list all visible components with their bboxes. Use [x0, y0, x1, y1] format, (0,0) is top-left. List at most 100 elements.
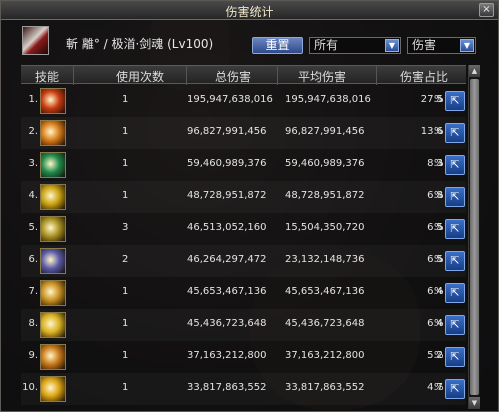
jade-glyph-icon[interactable] [40, 152, 66, 178]
arc-wave-icon[interactable] [40, 280, 66, 306]
use-count: 1 [122, 350, 129, 361]
detail-popout-button[interactable]: ⇱ [445, 219, 465, 239]
total-damage: 48,728,951,872 [187, 190, 267, 201]
total-damage: 46,513,052,160 [187, 222, 267, 233]
row-index: 4. [28, 190, 38, 201]
use-count: 1 [122, 158, 129, 169]
table-row[interactable]: 5. 3 46,513,052,160 15,504,350,720 6.5 %… [21, 213, 466, 245]
table-row[interactable]: 7. 1 45,653,467,136 45,653,467,136 6.4 %… [21, 277, 466, 309]
total-damage: 37,163,212,800 [187, 350, 267, 361]
detail-popout-button[interactable]: ⇱ [445, 187, 465, 207]
total-damage: 45,653,467,136 [187, 286, 267, 297]
total-damage: 45,436,723,648 [187, 318, 267, 329]
total-damage: 195,947,638,016 [187, 94, 273, 105]
use-count: 1 [122, 126, 129, 137]
average-damage: 33,817,863,552 [285, 382, 365, 393]
window-title: 伤害统计 [225, 5, 274, 19]
golden-star-slash-icon[interactable] [40, 184, 66, 210]
detail-popout-button[interactable]: ⇱ [445, 91, 465, 111]
percent-sign: % [434, 286, 444, 297]
scroll-up-arrow-icon[interactable]: ▲ [469, 65, 480, 77]
percent-sign: % [434, 158, 444, 169]
percent-sign: % [434, 94, 444, 105]
character-portrait [22, 26, 49, 55]
blade-strike-icon[interactable] [40, 216, 66, 242]
use-count: 1 [122, 286, 129, 297]
percent-sign: % [434, 350, 444, 361]
column-header-total-damage[interactable]: 总伤害 [198, 68, 268, 85]
row-index: 10. [22, 382, 38, 393]
golden-ring-icon[interactable] [40, 376, 66, 402]
detail-popout-button[interactable]: ⇱ [445, 315, 465, 335]
table-scrollbar[interactable]: ▲ ▼ [468, 65, 480, 409]
column-header-average-damage[interactable]: 平均伤害 [287, 68, 357, 85]
column-divider [73, 66, 74, 85]
detail-popout-button[interactable]: ⇱ [445, 155, 465, 175]
average-damage: 195,947,638,016 [285, 94, 371, 105]
percent-sign: % [434, 126, 444, 137]
use-count: 1 [122, 190, 129, 201]
total-damage: 33,817,863,552 [187, 382, 267, 393]
row-index: 6. [28, 254, 38, 265]
close-button[interactable]: × [479, 3, 494, 17]
table-row[interactable]: 1. 1 195,947,638,016 195,947,638,016 27.… [21, 85, 466, 117]
damage-stats-window: 伤害统计 × 斬 離° / 极渞·剑魂 (Lv100) 重置 所有 ▼ 伤害 ▼… [0, 0, 499, 412]
scroll-down-arrow-icon[interactable]: ▼ [469, 397, 480, 409]
detail-popout-button[interactable]: ⇱ [445, 251, 465, 271]
row-index: 8. [28, 318, 38, 329]
character-name: 斬 離° / 极渞·剑魂 (Lv100) [66, 37, 214, 51]
detail-popout-button[interactable]: ⇱ [445, 123, 465, 143]
scroll-thumb[interactable] [470, 79, 479, 395]
table-header: 技能 使用次数 总伤害 平均伤害 伤害占比 [21, 65, 466, 85]
total-damage: 96,827,991,456 [187, 126, 267, 137]
average-damage: 45,653,467,136 [285, 286, 365, 297]
flame-burst-icon[interactable] [40, 88, 66, 114]
detail-popout-button[interactable]: ⇱ [445, 283, 465, 303]
table-row[interactable]: 3. 1 59,460,989,376 59,460,989,376 8.3 %… [21, 149, 466, 181]
table-row[interactable]: 8. 1 45,436,723,648 45,436,723,648 6.4 %… [21, 309, 466, 341]
use-count: 2 [122, 254, 129, 265]
detail-popout-button[interactable]: ⇱ [445, 347, 465, 367]
table-row[interactable]: 2. 1 96,827,991,456 96,827,991,456 13.6 … [21, 117, 466, 149]
percent-sign: % [434, 254, 444, 265]
column-header-damage-ratio[interactable]: 伤害占比 [387, 68, 461, 85]
chevron-down-icon[interactable]: ▼ [385, 39, 399, 52]
percent-sign: % [434, 222, 444, 233]
whirl-slash-icon[interactable] [40, 344, 66, 370]
spark-burst-icon[interactable] [40, 312, 66, 338]
total-damage: 59,460,989,376 [187, 158, 267, 169]
average-damage: 45,436,723,648 [285, 318, 365, 329]
damage-type-select[interactable]: 伤害 ▼ [407, 37, 476, 54]
percent-sign: % [434, 190, 444, 201]
row-index: 3. [28, 158, 38, 169]
column-header-count[interactable]: 使用次数 [105, 68, 175, 85]
row-index: 9. [28, 350, 38, 361]
average-damage: 37,163,212,800 [285, 350, 365, 361]
column-header-skill[interactable]: 技能 [31, 68, 63, 85]
column-divider [277, 66, 278, 85]
average-damage: 96,827,991,456 [285, 126, 365, 137]
average-damage: 48,728,951,872 [285, 190, 365, 201]
damage-table-body: 1. 1 195,947,638,016 195,947,638,016 2 7.… [21, 85, 466, 409]
column-divider [186, 66, 187, 85]
scope-select-value: 所有 [314, 38, 339, 52]
table-row[interactable]: 9. 1 37,163,212,800 37,163,212,800 5.2 %… [21, 341, 466, 373]
scope-select[interactable]: 所有 ▼ [309, 37, 401, 54]
table-row[interactable]: 10. 1 33,817,863,552 33,817,863,552 4.7 … [21, 373, 466, 405]
total-damage: 46,264,297,472 [187, 254, 267, 265]
crescent-slash-icon[interactable] [40, 248, 66, 274]
use-count: 3 [122, 222, 129, 233]
average-damage: 15,504,350,720 [285, 222, 365, 233]
radiant-slash-icon[interactable] [40, 120, 66, 146]
chevron-down-icon[interactable]: ▼ [460, 39, 474, 52]
percent-sign: % [434, 318, 444, 329]
use-count: 1 [122, 94, 129, 105]
detail-popout-button[interactable]: ⇱ [445, 379, 465, 399]
row-index: 7. [28, 286, 38, 297]
title-bar[interactable]: 伤害统计 × [1, 1, 498, 20]
percent-sign: % [434, 382, 444, 393]
reset-button[interactable]: 重置 [252, 37, 303, 54]
table-row[interactable]: 6. 2 46,264,297,472 23,132,148,736 6.5 %… [21, 245, 466, 277]
row-index: 5. [28, 222, 38, 233]
table-row[interactable]: 4. 1 48,728,951,872 48,728,951,872 6.8 %… [21, 181, 466, 213]
